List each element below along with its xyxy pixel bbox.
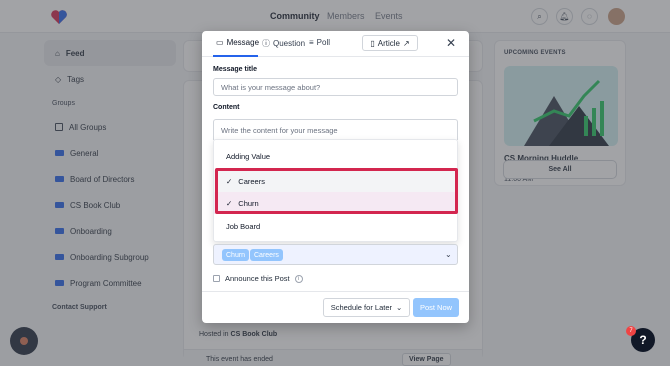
option-label: Job Board — [226, 221, 261, 231]
selected-tags-field[interactable]: Churn Careers ⌄ — [213, 244, 458, 265]
active-tab-indicator — [213, 55, 258, 57]
message-title-label: Message title — [213, 66, 257, 73]
tab-label: Poll — [316, 38, 331, 47]
info-icon[interactable]: i — [294, 274, 303, 283]
schedule-label: Schedule for Later — [330, 303, 392, 312]
close-icon[interactable]: ✕ — [446, 36, 456, 50]
poll-icon: ≡ — [309, 38, 314, 47]
option-label: Adding Value — [226, 151, 271, 161]
schedule-for-later-button[interactable]: Schedule for Later ⌄ — [323, 298, 410, 317]
message-icon: ▭ — [216, 38, 224, 47]
tab-message[interactable]: ▭ Message — [216, 38, 259, 47]
modal-footer: Schedule for Later ⌄ Post Now — [202, 291, 469, 323]
content-placeholder: Write the content for your message — [221, 125, 338, 135]
tab-label: Question — [273, 39, 306, 48]
tab-poll[interactable]: ≡ Poll — [309, 38, 330, 47]
chevron-down-icon[interactable]: ⌄ — [445, 250, 452, 259]
article-icon: ▯ — [370, 38, 375, 48]
tab-article[interactable]: ▯ Article ↗ — [362, 35, 418, 51]
post-now-button[interactable]: Post Now — [413, 298, 459, 317]
dropdown-option-adding-value[interactable]: Adding Value — [214, 145, 457, 167]
help-notification-badge: 7 — [626, 326, 636, 336]
dropdown-option-job-board[interactable]: Job Board — [214, 215, 457, 237]
tag-chip-careers[interactable]: Careers — [250, 249, 283, 261]
question-icon: ⓘ — [262, 39, 270, 48]
post-type-tabs: ▭ Message ⓘ Question ≡ Poll ▯ Article ↗ … — [202, 31, 469, 57]
content-label: Content — [213, 104, 240, 111]
message-title-input[interactable]: What is your message about? — [213, 78, 458, 96]
message-title-placeholder: What is your message about? — [221, 82, 321, 92]
announce-checkbox[interactable] — [213, 275, 220, 282]
annotation-highlight-box — [215, 168, 458, 214]
tab-label: Message — [226, 38, 260, 47]
tag-chip-churn[interactable]: Churn — [222, 249, 250, 261]
announce-label: Announce this Post — [225, 274, 290, 283]
tab-question[interactable]: ⓘ Question — [262, 38, 305, 49]
content-editor[interactable]: Write the content for your message — [213, 119, 458, 140]
chevron-down-icon: ⌄ — [396, 303, 403, 312]
announce-post-option[interactable]: Announce this Post i — [213, 274, 303, 283]
external-link-icon: ↗ — [402, 38, 410, 48]
help-question-icon: ? — [639, 333, 647, 347]
tab-label: Article — [377, 38, 400, 48]
